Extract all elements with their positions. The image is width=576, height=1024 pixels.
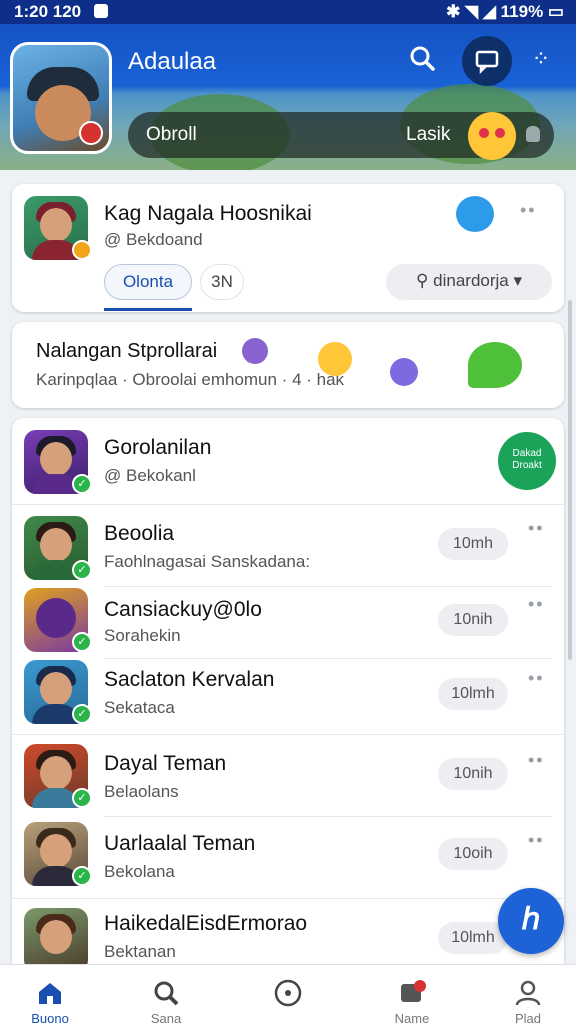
chat-preview: Bekolana: [104, 862, 175, 881]
chat-preview: Sekataca: [104, 698, 175, 717]
dropdown-value: dinardorja: [433, 271, 509, 290]
chat-name: Dayal Teman: [104, 752, 227, 775]
chat-avatar: [24, 908, 88, 972]
messenger-icon[interactable]: [456, 196, 494, 232]
divider: [104, 816, 552, 817]
nav-label: Plad: [514, 1011, 542, 1024]
nav-label: Buono: [31, 1011, 69, 1024]
status-badge: ✓: [72, 474, 92, 494]
more-options-icon[interactable]: ••: [528, 518, 545, 539]
emoji-icon: [390, 358, 418, 386]
status-badge: ✓: [72, 788, 92, 808]
chat-name: Uarlaalal Teman: [104, 832, 256, 855]
profile-icon: [515, 980, 541, 1006]
timestamp: 10lmh: [438, 922, 508, 954]
compose-icon: ℎ: [521, 903, 541, 936]
divider: [12, 734, 564, 735]
nav-inbox[interactable]: Name: [362, 965, 462, 1024]
compose-icon: [475, 50, 499, 75]
more-options-icon[interactable]: ••: [528, 830, 545, 851]
status-badge: ✓: [72, 560, 92, 580]
scrollbar[interactable]: [568, 300, 572, 660]
chat-name: HaikedalEisdErmorao: [104, 912, 308, 935]
active-tab-indicator: [104, 308, 192, 311]
chat-preview: Sorahekin: [104, 626, 181, 645]
online-action-button[interactable]: Dakad Droakt: [498, 432, 556, 490]
search-placeholder: Obroll: [146, 124, 197, 145]
search-input[interactable]: Obroll Lasik: [128, 112, 554, 160]
divider: [12, 898, 564, 899]
nav-label: Sana: [150, 1011, 182, 1024]
chat-name: Kag Nagala Hoosnikai: [104, 202, 312, 225]
status-badge: ✓: [72, 704, 92, 724]
grid-menu-icon: ⁘: [531, 46, 551, 71]
nav-label: Name: [394, 1011, 430, 1024]
nav-home[interactable]: Buono: [0, 965, 100, 1024]
search-icon: [154, 981, 179, 1006]
divider: [104, 586, 552, 587]
chat-preview: Belaolans: [104, 782, 179, 801]
chat-preview: Bektanan: [104, 942, 176, 961]
new-chat-button[interactable]: [462, 36, 512, 86]
nav-search[interactable]: Sana: [116, 965, 216, 1024]
status-right: ✱ ◥ ◢ 119% ▭: [446, 2, 564, 21]
search-button[interactable]: [402, 38, 442, 78]
more-options-icon[interactable]: ••: [520, 200, 537, 221]
search-icon: [410, 46, 435, 71]
chat-name: Gorolanilan: [104, 436, 212, 459]
profile-avatar[interactable]: [10, 42, 112, 154]
timestamp: 10oih: [438, 838, 508, 870]
heart-eyes-emoji-icon: [468, 112, 516, 160]
tab-3n[interactable]: 3N: [200, 264, 244, 300]
compass-icon: [274, 979, 302, 1007]
chat-name: Beoolia: [104, 522, 175, 545]
chat-preview: Faohlnagasai Sanskadana:: [104, 552, 311, 571]
inbox-icon: [401, 980, 426, 1002]
filter-dropdown[interactable]: ⚲ dinardorja ▾: [386, 264, 552, 300]
banner-title: Nalangan Stprollarai: [36, 340, 218, 362]
chat-preview: @ Bekokanl: [104, 466, 196, 485]
search-right-label: Lasik: [406, 124, 451, 145]
status-badge: [72, 240, 92, 260]
app-header: Adaulaa ⁘ Obroll Lasik: [0, 24, 576, 170]
chat-name: Cansiackuy@0lo: [104, 598, 262, 621]
tab-olonta[interactable]: Olonta: [104, 264, 192, 300]
status-bar: 1:20 120 ✱ ◥ ◢ 119% ▭: [0, 0, 576, 24]
green-chat-icon[interactable]: [468, 342, 522, 388]
timestamp: 10nih: [438, 758, 508, 790]
battery-percent: 19%: [509, 2, 544, 21]
emoji-icon: [318, 342, 352, 376]
timestamp: 10nih: [438, 604, 508, 636]
chat-name: Saclaton Kervalan: [104, 668, 275, 691]
pinned-chat-card[interactable]: Kag Nagala Hoosnikai @ Bekdoand •• Olont…: [12, 184, 564, 312]
emoji-icon: [242, 338, 268, 364]
user-search-icon: ⚲: [415, 271, 434, 290]
more-options-icon[interactable]: ••: [528, 594, 545, 615]
user-icon: [526, 126, 540, 142]
chat-preview: @ Bekdoand: [104, 230, 203, 249]
home-icon: [39, 983, 61, 1004]
timestamp: 10lmh: [438, 678, 508, 710]
status-badge: ✓: [72, 866, 92, 886]
group-banner-card[interactable]: Nalangan Stprollarai Karinpqlaa · Obrool…: [12, 322, 564, 408]
chevron-down-icon: ▾: [508, 271, 523, 290]
notification-icon: [94, 4, 108, 18]
more-options-icon[interactable]: ••: [528, 750, 545, 771]
timestamp: 10mh: [438, 528, 508, 560]
status-time: 1:20 120: [14, 2, 82, 21]
nav-explore[interactable]: [238, 965, 338, 1024]
nav-profile[interactable]: Plad: [478, 965, 576, 1024]
app-title: Adaulaa: [128, 48, 217, 75]
banner-subtitle: Karinpqlaa · Obroolai emhomun · 4 · hak: [36, 370, 345, 389]
chat-list: ✓ Gorolanilan @ Bekokanl ✓ Beoolia Faohl…: [12, 418, 564, 972]
menu-button[interactable]: ⁘: [524, 42, 558, 76]
divider: [12, 504, 564, 505]
compose-fab-button[interactable]: ℎ: [498, 888, 564, 954]
more-options-icon[interactable]: ••: [528, 668, 545, 689]
avatar-badge: [79, 121, 103, 145]
status-badge: ✓: [72, 632, 92, 652]
bottom-nav: Buono Sana Name Plad: [0, 964, 576, 1024]
divider: [104, 658, 552, 659]
